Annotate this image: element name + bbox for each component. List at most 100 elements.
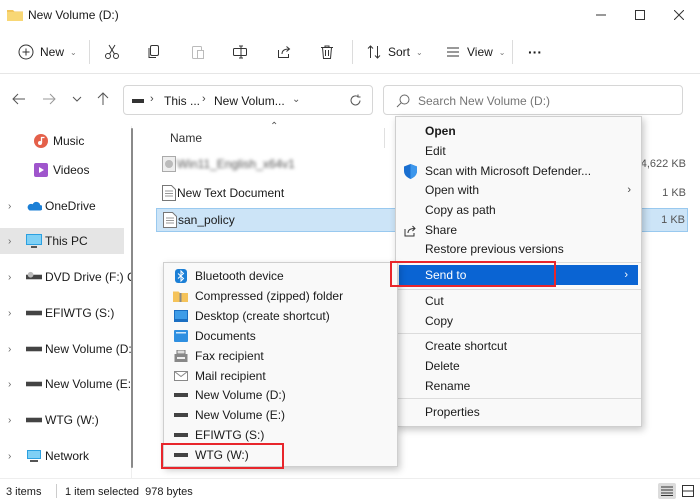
- rename-button[interactable]: [232, 38, 248, 66]
- sidebar-item-this-pc[interactable]: › This PC: [0, 228, 124, 254]
- chevron-right-icon[interactable]: ›: [8, 272, 11, 283]
- chevron-right-icon[interactable]: ›: [8, 308, 11, 319]
- address-bar[interactable]: › This ... › New Volum... ⌄: [123, 85, 373, 115]
- menu-item-copy[interactable]: Copy: [396, 311, 641, 331]
- videos-icon: [34, 163, 48, 177]
- details-view-icon: [661, 486, 673, 496]
- sidebar-item-new-volume-d[interactable]: › New Volume (D:): [0, 336, 131, 362]
- share-icon: [278, 46, 291, 58]
- sendto-compressed-folder[interactable]: Compressed (zipped) folder: [164, 286, 397, 306]
- this-pc-icon: [26, 234, 42, 248]
- search-input[interactable]: [418, 92, 668, 110]
- new-label: New: [40, 45, 65, 59]
- close-button[interactable]: [656, 0, 700, 30]
- chevron-right-icon[interactable]: ›: [8, 451, 11, 462]
- cut-button[interactable]: [104, 38, 120, 66]
- chevron-right-icon[interactable]: ›: [8, 344, 11, 355]
- share-button[interactable]: [276, 38, 292, 66]
- sendto-fax-recipient[interactable]: Fax recipient: [164, 346, 397, 366]
- sendto-new-volume-e[interactable]: New Volume (E:): [164, 405, 397, 425]
- sendto-documents[interactable]: Documents: [164, 326, 397, 346]
- sidebar-item-dvd-drive[interactable]: › DVD Drive (F:) CC: [0, 264, 131, 290]
- drive-icon: [26, 346, 42, 352]
- search-box[interactable]: [383, 85, 683, 115]
- sort-label: Sort: [388, 45, 411, 59]
- menu-item-cut[interactable]: Cut: [396, 291, 641, 311]
- chevron-right-icon: ›: [624, 269, 628, 281]
- documents-icon: [173, 329, 188, 344]
- sendto-mail-recipient[interactable]: Mail recipient: [164, 366, 397, 386]
- zip-folder-icon: [173, 289, 188, 304]
- tiles-view-button[interactable]: [679, 483, 697, 499]
- title-bar: New Volume (D:): [0, 0, 700, 30]
- arrow-left-icon: [12, 93, 25, 105]
- paste-button[interactable]: [190, 38, 206, 66]
- drive-icon: [173, 428, 188, 443]
- menu-item-restore-previous[interactable]: Restore previous versions: [396, 239, 641, 259]
- breadcrumb-separator-icon: ›: [202, 93, 206, 105]
- menu-item-open-with[interactable]: Open with ›: [396, 180, 641, 200]
- copy-icon: [148, 45, 159, 58]
- menu-item-edit[interactable]: Edit: [396, 141, 641, 161]
- command-bar: New ⌄ Sort ⌄ View ⌄ ···: [0, 30, 700, 74]
- refresh-icon[interactable]: [349, 94, 362, 107]
- more-button[interactable]: ···: [528, 38, 542, 66]
- column-divider[interactable]: [384, 128, 385, 148]
- menu-item-copy-as-path[interactable]: Copy as path: [396, 200, 641, 220]
- view-button[interactable]: View ⌄: [445, 38, 506, 66]
- sidebar-item-videos[interactable]: Videos: [0, 157, 124, 183]
- sendto-bluetooth[interactable]: Bluetooth device: [164, 266, 397, 286]
- sendto-efiwtg[interactable]: EFIWTG (S:): [164, 425, 397, 445]
- breadcrumb-new-volume[interactable]: New Volum...: [214, 94, 285, 108]
- drive-icon: [26, 381, 42, 387]
- sidebar-scrollbar[interactable]: [131, 128, 133, 468]
- file-size: 1 KB: [661, 214, 685, 226]
- chevron-right-icon[interactable]: ›: [8, 379, 11, 390]
- chevron-down-icon: ⌄: [70, 47, 77, 57]
- delete-button[interactable]: [319, 38, 335, 66]
- sort-button[interactable]: Sort ⌄: [366, 38, 423, 66]
- bluetooth-icon: [173, 269, 188, 284]
- copy-button[interactable]: [146, 38, 162, 66]
- forward-button[interactable]: [38, 88, 60, 110]
- details-view-button[interactable]: [658, 483, 676, 499]
- chevron-down-icon: ⌄: [498, 47, 506, 57]
- new-button[interactable]: New ⌄: [18, 38, 77, 66]
- trash-icon: [321, 45, 333, 59]
- back-button[interactable]: [8, 88, 30, 110]
- menu-item-create-shortcut[interactable]: Create shortcut: [396, 336, 641, 356]
- network-icon: [27, 450, 41, 462]
- menu-item-delete[interactable]: Delete: [396, 356, 641, 376]
- plus-circle-icon: [18, 44, 34, 60]
- file-name: Win11_English_x64v1: [177, 157, 295, 171]
- sendto-new-volume-d[interactable]: New Volume (D:): [164, 385, 397, 405]
- drive-icon: [26, 310, 42, 316]
- menu-item-scan-defender[interactable]: Scan with Microsoft Defender...: [396, 161, 641, 181]
- breadcrumb-this-pc[interactable]: This ...: [164, 94, 200, 108]
- sidebar-item-efiwtg[interactable]: › EFIWTG (S:): [0, 300, 124, 326]
- sort-ascending-icon: ⌃: [270, 121, 279, 132]
- sidebar-item-wtg[interactable]: › WTG (W:): [0, 407, 124, 433]
- recent-button[interactable]: [66, 88, 88, 110]
- menu-item-open[interactable]: Open: [396, 121, 641, 141]
- menu-item-share[interactable]: Share: [396, 220, 641, 240]
- sidebar-item-onedrive[interactable]: › OneDrive: [0, 193, 124, 219]
- chevron-right-icon[interactable]: ›: [8, 236, 11, 247]
- chevron-right-icon[interactable]: ›: [8, 201, 11, 212]
- file-size: 1 KB: [662, 187, 686, 199]
- chevron-right-icon[interactable]: ›: [8, 415, 11, 426]
- status-bar: 3 items 1 item selected 978 bytes: [0, 478, 700, 502]
- disc-image-icon: [162, 156, 176, 172]
- rename-icon: [233, 45, 247, 59]
- column-header-name[interactable]: Name: [170, 131, 202, 145]
- sidebar-item-network[interactable]: › Network: [0, 443, 124, 469]
- sidebar-item-music[interactable]: Music: [0, 128, 124, 154]
- address-dropdown-icon[interactable]: ⌄: [292, 94, 300, 105]
- search-icon: [396, 94, 410, 108]
- sidebar-item-new-volume-e[interactable]: › New Volume (E:): [0, 371, 131, 397]
- tiles-view-icon: [682, 485, 694, 497]
- up-button[interactable]: [92, 88, 114, 110]
- sendto-desktop-shortcut[interactable]: Desktop (create shortcut): [164, 306, 397, 326]
- menu-item-rename[interactable]: Rename: [396, 376, 641, 396]
- menu-item-properties[interactable]: Properties: [396, 402, 641, 422]
